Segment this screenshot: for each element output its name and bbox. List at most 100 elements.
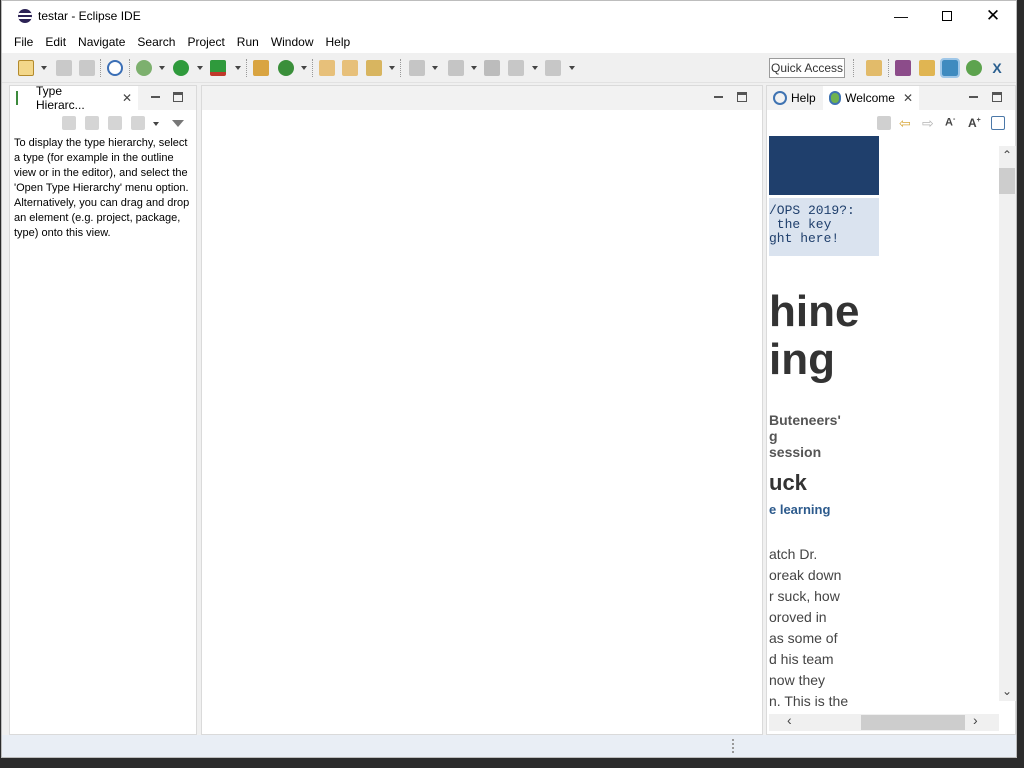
decrease-font-icon[interactable]: A- (945, 116, 961, 130)
maximize-button[interactable] (924, 1, 970, 31)
body-line: atch Dr. (769, 546, 818, 562)
close-icon: ✕ (985, 6, 1001, 25)
last-edit-icon[interactable] (484, 60, 500, 76)
save-all-icon[interactable] (79, 60, 95, 76)
previous-annotation-dropdown-icon[interactable] (471, 66, 477, 70)
body-line: now they (769, 672, 826, 688)
menu-navigate[interactable]: Navigate (72, 35, 131, 49)
minimize-button[interactable]: — (878, 1, 924, 31)
back-arrow-icon[interactable]: ⇦ (899, 116, 915, 130)
welcome-icon (829, 91, 842, 105)
previous-hierarchies-icon[interactable] (131, 116, 145, 130)
subtitle-line: g (769, 428, 778, 444)
type-hierarchy-tabbar: Type Hierarc... ✕ (10, 84, 196, 112)
customize-page-icon[interactable] (991, 116, 1005, 130)
toolbar-separator (400, 59, 401, 77)
java-perspective-icon[interactable] (940, 58, 960, 78)
open-perspective-icon[interactable] (866, 60, 882, 76)
increase-font-icon[interactable]: A+ (968, 116, 984, 130)
new-package-icon[interactable] (253, 60, 269, 76)
eclipse-window: testar - Eclipse IDE — ✕ File Edit Navig… (1, 0, 1017, 758)
view-menu-icon[interactable] (172, 120, 184, 127)
maximize-editor-icon[interactable] (737, 92, 747, 102)
body-line: as some of (769, 630, 838, 646)
minimize-editor-icon[interactable] (713, 91, 725, 103)
scroll-left-icon[interactable]: ‹ (787, 712, 792, 728)
open-resource-icon[interactable] (342, 60, 358, 76)
promo-line: /OPS 2019?: (769, 203, 855, 218)
previous-hierarchies-dropdown-icon[interactable] (153, 122, 159, 126)
menu-help[interactable]: Help (320, 35, 357, 49)
show-subtype-hierarchy-icon[interactable] (108, 116, 122, 130)
window-title: testar - Eclipse IDE (38, 9, 141, 23)
menu-bar: File Edit Navigate Search Project Run Wi… (2, 31, 1016, 53)
show-type-hierarchy-icon[interactable] (62, 116, 76, 130)
maximize-view-icon[interactable] (992, 92, 1002, 102)
vertical-scroll-thumb[interactable] (999, 168, 1015, 194)
headline-line: ing (769, 335, 835, 384)
body-line: oreak down (769, 567, 842, 583)
refresh-icon[interactable] (278, 60, 294, 76)
next-annotation-dropdown-icon[interactable] (432, 66, 438, 70)
vertical-scrollbar[interactable]: ⌃ ⌄ (999, 146, 1016, 701)
run-icon[interactable] (173, 60, 189, 76)
headline-line: hine (769, 288, 860, 336)
scroll-right-icon[interactable]: › (973, 712, 978, 728)
new-icon[interactable] (18, 60, 34, 76)
status-bar-grip-icon (732, 739, 734, 753)
forward-icon[interactable] (545, 60, 561, 76)
show-supertype-hierarchy-icon[interactable] (85, 116, 99, 130)
talk-tag-link[interactable]: e learning (769, 502, 999, 517)
new-dropdown-icon[interactable] (41, 66, 47, 70)
tab-welcome[interactable]: Welcome ✕ (823, 86, 919, 110)
previous-annotation-icon[interactable] (448, 60, 464, 76)
menu-run[interactable]: Run (231, 35, 265, 49)
back-icon[interactable] (508, 60, 524, 76)
external-tools-icon[interactable] (210, 60, 226, 76)
search-icon[interactable] (366, 60, 382, 76)
skip-breakpoints-icon[interactable] (107, 60, 123, 76)
debug-dropdown-icon[interactable] (159, 66, 165, 70)
forward-dropdown-icon[interactable] (569, 66, 575, 70)
menu-file[interactable]: File (8, 35, 39, 49)
menu-window[interactable]: Window (265, 35, 320, 49)
menu-project[interactable]: Project (181, 35, 230, 49)
home-icon[interactable] (877, 116, 891, 130)
menu-edit[interactable]: Edit (39, 35, 72, 49)
minimize-view-icon[interactable] (150, 91, 162, 103)
scroll-up-icon[interactable]: ⌃ (1002, 148, 1012, 162)
horizontal-scroll-thumb[interactable] (861, 715, 965, 730)
maximize-view-icon[interactable] (173, 92, 183, 102)
right-tabbar: Help Welcome ✕ (767, 86, 1015, 110)
body-line: oroved in (769, 609, 827, 625)
toolbar-separator (246, 59, 247, 77)
save-icon[interactable] (56, 60, 72, 76)
debug-perspective-icon[interactable] (966, 60, 982, 76)
resource-perspective-icon[interactable] (919, 60, 935, 76)
debug-icon[interactable] (136, 60, 152, 76)
close-button[interactable]: ✕ (970, 1, 1016, 31)
run-dropdown-icon[interactable] (197, 66, 203, 70)
quick-access-input[interactable]: Quick Access (769, 58, 845, 78)
close-tab-icon[interactable]: ✕ (903, 91, 913, 105)
search-dropdown-icon[interactable] (389, 66, 395, 70)
toolbar-separator (853, 59, 854, 77)
next-annotation-icon[interactable] (409, 60, 425, 76)
tab-help[interactable]: Help (767, 86, 823, 110)
tab-type-hierarchy[interactable]: Type Hierarc... ✕ (10, 84, 138, 112)
scroll-down-icon[interactable]: ⌄ (1002, 684, 1012, 698)
horizontal-scrollbar[interactable]: ‹ › (769, 712, 999, 731)
menu-search[interactable]: Search (131, 35, 181, 49)
close-tab-icon[interactable]: ✕ (122, 91, 132, 105)
title-bar: testar - Eclipse IDE — ✕ (2, 1, 1016, 31)
forward-arrow-icon[interactable]: ⇨ (922, 116, 938, 130)
open-type-icon[interactable] (319, 60, 335, 76)
external-tools-dropdown-icon[interactable] (235, 66, 241, 70)
minimize-view-icon[interactable] (968, 91, 980, 103)
java-ee-perspective-icon[interactable] (895, 60, 911, 76)
promo-box[interactable]: /OPS 2019?: the key ght here! (769, 198, 879, 256)
refresh-dropdown-icon[interactable] (301, 66, 307, 70)
eclipse-logo-icon (18, 9, 32, 23)
back-dropdown-icon[interactable] (532, 66, 538, 70)
xml-perspective-icon[interactable]: X (989, 60, 1005, 76)
